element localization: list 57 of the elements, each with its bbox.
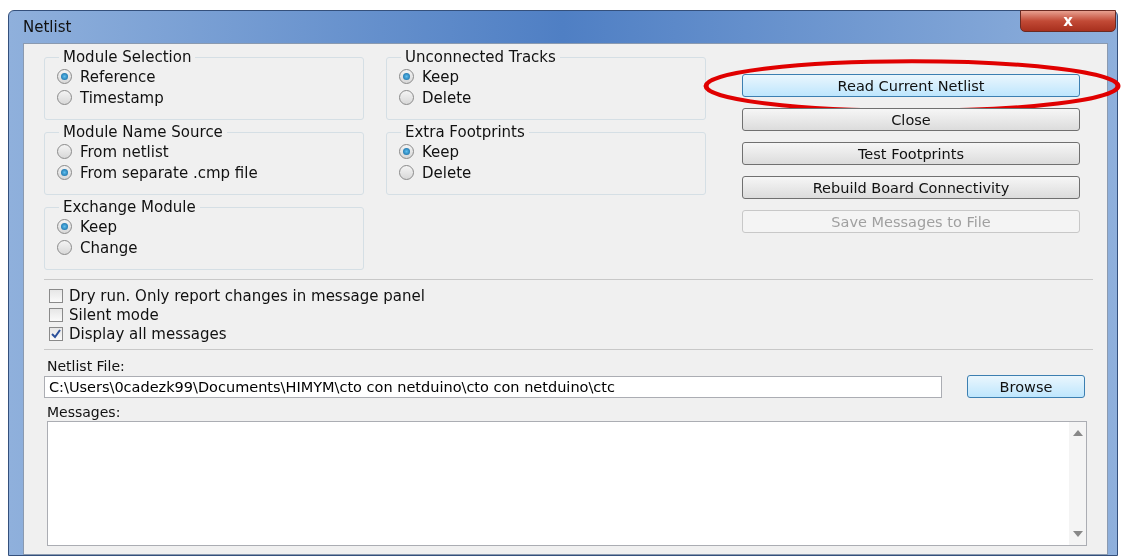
radio-icon[interactable]: [399, 165, 414, 180]
radio-option[interactable]: Keep: [57, 216, 351, 237]
window-title: Netlist: [23, 18, 72, 36]
scrollbar[interactable]: [1069, 422, 1086, 545]
radio-icon[interactable]: [57, 90, 72, 105]
radio-option[interactable]: Delete: [399, 162, 693, 183]
radio-option[interactable]: Keep: [399, 66, 693, 87]
checkbox-option[interactable]: Display all messages: [49, 324, 1085, 343]
dialog-button[interactable]: Close: [742, 108, 1080, 131]
radio-label: Keep: [422, 142, 460, 161]
group-title: Unconnected Tracks: [404, 48, 557, 66]
netlist-file-field[interactable]: C:\Users\0cadezk99\Documents\HIMYM\cto con netduino\cto con netduino\ctc: [44, 375, 942, 398]
radio-label: From separate .cmp file: [80, 163, 258, 182]
radio-label: From netlist: [80, 142, 169, 161]
radio-icon[interactable]: [57, 165, 72, 180]
radio-option[interactable]: From separate .cmp file: [57, 162, 351, 183]
checkbox-label: Dry run. Only report changes in message panel: [69, 286, 425, 305]
radio-icon[interactable]: [399, 90, 414, 105]
checkbox-icon[interactable]: [49, 326, 63, 341]
dialog-button[interactable]: Read Current Netlist: [742, 74, 1080, 97]
checkbox-label: Silent mode: [69, 305, 159, 324]
field-label: Messages:: [47, 404, 122, 420]
window-x-button[interactable]: x: [1020, 10, 1116, 32]
group-title: Module Name Source: [62, 123, 224, 141]
radio-icon[interactable]: [57, 144, 72, 159]
checkbox-icon[interactable]: [49, 307, 63, 322]
group-title: Extra Footprints: [404, 123, 526, 141]
radio-label: Keep: [422, 67, 460, 86]
scroll-down-icon[interactable]: [1072, 531, 1083, 537]
radio-label: Keep: [80, 217, 118, 236]
group-title: Module Selection: [62, 48, 193, 66]
dialog-button[interactable]: Rebuild Board Connectivity: [742, 176, 1080, 199]
radio-icon[interactable]: [57, 219, 72, 234]
radio-label: Delete: [422, 88, 472, 107]
radio-icon[interactable]: [399, 69, 414, 84]
radio-label: Timestamp: [80, 88, 164, 107]
radio-label: Delete: [422, 163, 472, 182]
field-label: Netlist File:: [47, 358, 126, 374]
radio-icon[interactable]: [57, 69, 72, 84]
radio-label: Change: [80, 238, 138, 257]
checkbox-option[interactable]: Silent mode: [49, 305, 1085, 324]
radio-option[interactable]: Delete: [399, 87, 693, 108]
radio-icon[interactable]: [399, 144, 414, 159]
checkbox-label: Display all messages: [69, 324, 227, 343]
scroll-up-icon[interactable]: [1072, 430, 1083, 436]
radio-label: Reference: [80, 67, 156, 86]
radio-option[interactable]: Timestamp: [57, 87, 351, 108]
group-title: Exchange Module: [62, 198, 197, 216]
radio-option[interactable]: Change: [57, 237, 351, 258]
radio-icon[interactable]: [57, 240, 72, 255]
radio-option[interactable]: From netlist: [57, 141, 351, 162]
radio-option[interactable]: Reference: [57, 66, 351, 87]
dialog-button[interactable]: Test Footprints: [742, 142, 1080, 165]
checkbox-icon[interactable]: [49, 288, 63, 303]
checkbox-option[interactable]: Dry run. Only report changes in message panel: [49, 286, 1085, 305]
radio-option[interactable]: Keep: [399, 141, 693, 162]
browse-button[interactable]: Browse: [967, 375, 1085, 398]
